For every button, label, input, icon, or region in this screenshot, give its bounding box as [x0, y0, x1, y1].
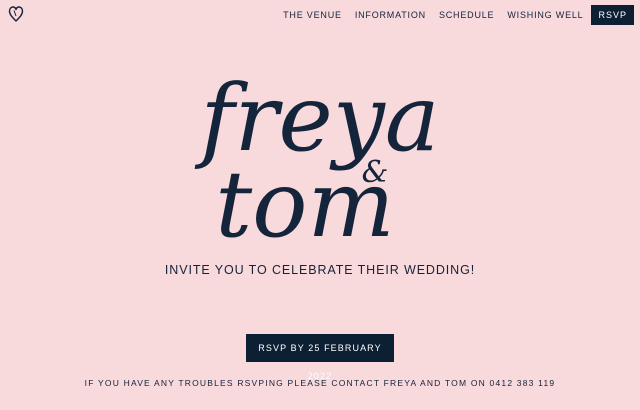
invite-text: INVITE YOU TO CELEBRATE THEIR WEDDING! — [164, 263, 476, 277]
name-tom: tom — [215, 151, 395, 258]
couple-names: freya & tom — [194, 65, 439, 258]
rsvp-deadline-button[interactable]: RSVP BY 25 FEBRUARY 2022 — [246, 334, 394, 381]
contact-note: IF YOU HAVE ANY TROUBLES RSVPING PLEASE … — [84, 378, 556, 388]
